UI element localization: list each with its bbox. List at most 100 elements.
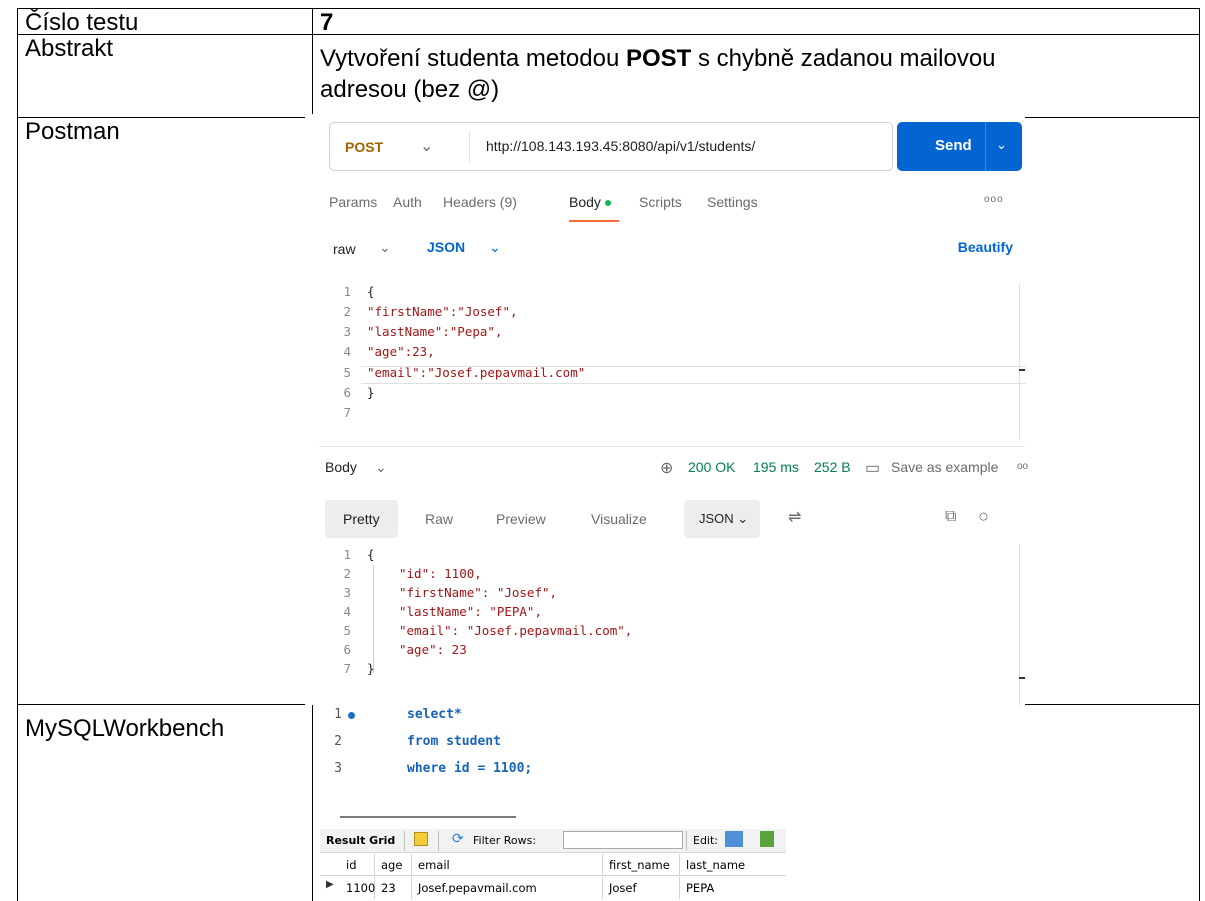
wrap-lines-icon[interactable]: ⇌ bbox=[788, 507, 801, 527]
chevron-down-icon[interactable]: ⌄ bbox=[379, 239, 391, 256]
result-grid: id age email first_name last_name ▶ 1100… bbox=[320, 854, 786, 901]
response-section-select[interactable]: Body bbox=[325, 459, 357, 475]
export-icon[interactable] bbox=[760, 831, 774, 847]
tab-body[interactable]: Body bbox=[569, 194, 611, 210]
line-number: 4 bbox=[343, 344, 351, 359]
response-format-select[interactable]: JSON ⌄ bbox=[684, 500, 760, 538]
response-header: Body ⌄ ⊕ 200 OK 195 ms 252 B ▭ Save as e… bbox=[325, 458, 1028, 481]
beautify-button[interactable]: Beautify bbox=[958, 239, 1013, 255]
save-icon[interactable]: ▭ bbox=[865, 458, 880, 478]
refresh-icon[interactable]: ⟳ bbox=[452, 831, 464, 847]
line-number: 5 bbox=[343, 365, 351, 380]
divider bbox=[438, 831, 439, 851]
request-body-editor[interactable]: 1 { 2 "firstName":"Josef", 3 "lastName":… bbox=[329, 284, 1026, 434]
active-tab-indicator bbox=[569, 220, 619, 222]
value-test-number: 7 bbox=[313, 9, 1200, 36]
sql-line: select* bbox=[407, 707, 462, 722]
sql-line: where id = 1100; bbox=[407, 761, 533, 776]
more-options-icon[interactable]: oo bbox=[1017, 461, 1028, 472]
line-number: 6 bbox=[343, 642, 351, 657]
row-test-number: Číslo testu 7 bbox=[17, 8, 1200, 36]
chevron-down-icon[interactable]: ⌄ bbox=[489, 239, 501, 256]
code-line: "email": "Josef.pepavmail.com", bbox=[399, 623, 633, 638]
code-line: "id": 1100, bbox=[399, 566, 482, 581]
response-view-tabs: Pretty Raw Preview Visualize JSON ⌄ ⇌ ⧉ … bbox=[325, 500, 1025, 538]
grid-icon[interactable] bbox=[414, 832, 428, 846]
row-abstract: Abstrakt Vytvoření studenta metodou POST… bbox=[17, 34, 1200, 117]
chevron-down-icon[interactable]: ⌄ bbox=[375, 459, 387, 476]
sql-editor[interactable]: 1 select* 2 from student 3 where id = 11… bbox=[320, 705, 786, 785]
line-number: 4 bbox=[343, 604, 351, 619]
table-row[interactable]: ▶ 1100 23 Josef.pepavmail.com Josef PEPA bbox=[320, 877, 786, 899]
line-number: 3 bbox=[343, 324, 351, 339]
value-abstract: Vytvoření studenta metodou POST s chybně… bbox=[313, 35, 1200, 117]
line-number: 1 bbox=[343, 547, 351, 562]
postman-screenshot: POST ⌄ http://108.143.193.45:8080/api/v1… bbox=[305, 114, 1028, 705]
cell-id[interactable]: 1100 bbox=[340, 877, 375, 899]
panel-splitter[interactable] bbox=[340, 816, 516, 818]
column-header-last-name[interactable]: last_name bbox=[680, 854, 786, 876]
column-header-age[interactable]: age bbox=[375, 854, 412, 876]
cell-email[interactable]: Josef.pepavmail.com bbox=[412, 877, 603, 899]
line-number: 7 bbox=[343, 661, 351, 676]
tab-visualize[interactable]: Visualize bbox=[573, 500, 665, 538]
statement-marker-icon bbox=[348, 712, 355, 719]
scrollbar-track[interactable] bbox=[1019, 544, 1020, 705]
code-line: "firstName":"Josef", bbox=[367, 304, 518, 319]
code-line: { bbox=[367, 284, 375, 299]
code-line: "firstName": "Josef", bbox=[399, 585, 558, 600]
tab-headers[interactable]: Headers (9) bbox=[443, 194, 517, 210]
tab-auth[interactable]: Auth bbox=[393, 194, 422, 210]
tab-raw[interactable]: Raw bbox=[407, 500, 471, 538]
scrollbar-track[interactable] bbox=[1019, 284, 1020, 439]
request-bar: POST ⌄ http://108.143.193.45:8080/api/v1… bbox=[329, 122, 893, 171]
column-header-first-name[interactable]: first_name bbox=[603, 854, 680, 876]
line-number: 1 bbox=[343, 284, 351, 299]
line-number: 7 bbox=[343, 405, 351, 420]
filter-rows-input[interactable] bbox=[563, 831, 683, 849]
tab-preview[interactable]: Preview bbox=[478, 500, 564, 538]
filter-rows-label: Filter Rows: bbox=[473, 834, 537, 847]
tab-params[interactable]: Params bbox=[329, 194, 377, 210]
code-line: "lastName": "PEPA", bbox=[399, 604, 542, 619]
search-icon[interactable]: ○ bbox=[978, 506, 989, 527]
response-time: 195 ms bbox=[753, 459, 799, 475]
column-header-email[interactable]: email bbox=[412, 854, 603, 876]
send-button[interactable]: Send ⌄ bbox=[897, 122, 1022, 171]
body-type-select[interactable]: raw bbox=[333, 241, 356, 257]
tab-pretty[interactable]: Pretty bbox=[325, 500, 398, 538]
column-header-id[interactable]: id bbox=[340, 854, 375, 876]
globe-icon[interactable]: ⊕ bbox=[660, 458, 673, 478]
tab-settings[interactable]: Settings bbox=[707, 194, 758, 210]
url-input[interactable]: http://108.143.193.45:8080/api/v1/studen… bbox=[486, 138, 755, 154]
table-header-row: id age email first_name last_name bbox=[320, 854, 786, 876]
chevron-down-icon[interactable]: ⌄ bbox=[996, 137, 1007, 153]
cell-first-name[interactable]: Josef bbox=[603, 877, 680, 899]
code-line: { bbox=[367, 547, 375, 562]
response-body-viewer: 1 { 2 "id": 1100, 3 "firstName": "Josef"… bbox=[329, 547, 1019, 705]
code-line: } bbox=[367, 385, 375, 400]
save-as-example-button[interactable]: Save as example bbox=[891, 459, 998, 475]
divider bbox=[469, 132, 470, 162]
divider bbox=[686, 831, 687, 851]
line-number: 3 bbox=[334, 761, 342, 776]
method-select[interactable]: POST bbox=[345, 139, 383, 155]
scroll-marker bbox=[1019, 677, 1025, 679]
divider bbox=[985, 122, 986, 171]
edit-icon[interactable] bbox=[725, 831, 743, 847]
tab-scripts[interactable]: Scripts bbox=[639, 194, 682, 210]
more-options-icon[interactable]: ooo bbox=[984, 194, 1004, 205]
line-number: 5 bbox=[343, 623, 351, 638]
chevron-down-icon[interactable]: ⌄ bbox=[420, 136, 433, 156]
line-number: 6 bbox=[343, 385, 351, 400]
copy-icon[interactable]: ⧉ bbox=[945, 508, 956, 526]
send-label: Send bbox=[935, 137, 972, 154]
cell-age[interactable]: 23 bbox=[375, 877, 412, 899]
cell-last-name[interactable]: PEPA bbox=[680, 877, 786, 899]
body-format-select[interactable]: JSON bbox=[427, 239, 465, 255]
workbench-screenshot: 1 select* 2 from student 3 where id = 11… bbox=[320, 705, 786, 901]
label-workbench: MySQLWorkbench bbox=[17, 705, 313, 901]
result-grid-label[interactable]: Result Grid bbox=[326, 834, 395, 847]
body-options: raw ⌄ JSON ⌄ Beautify bbox=[329, 238, 1019, 260]
line-number: 2 bbox=[334, 734, 342, 749]
